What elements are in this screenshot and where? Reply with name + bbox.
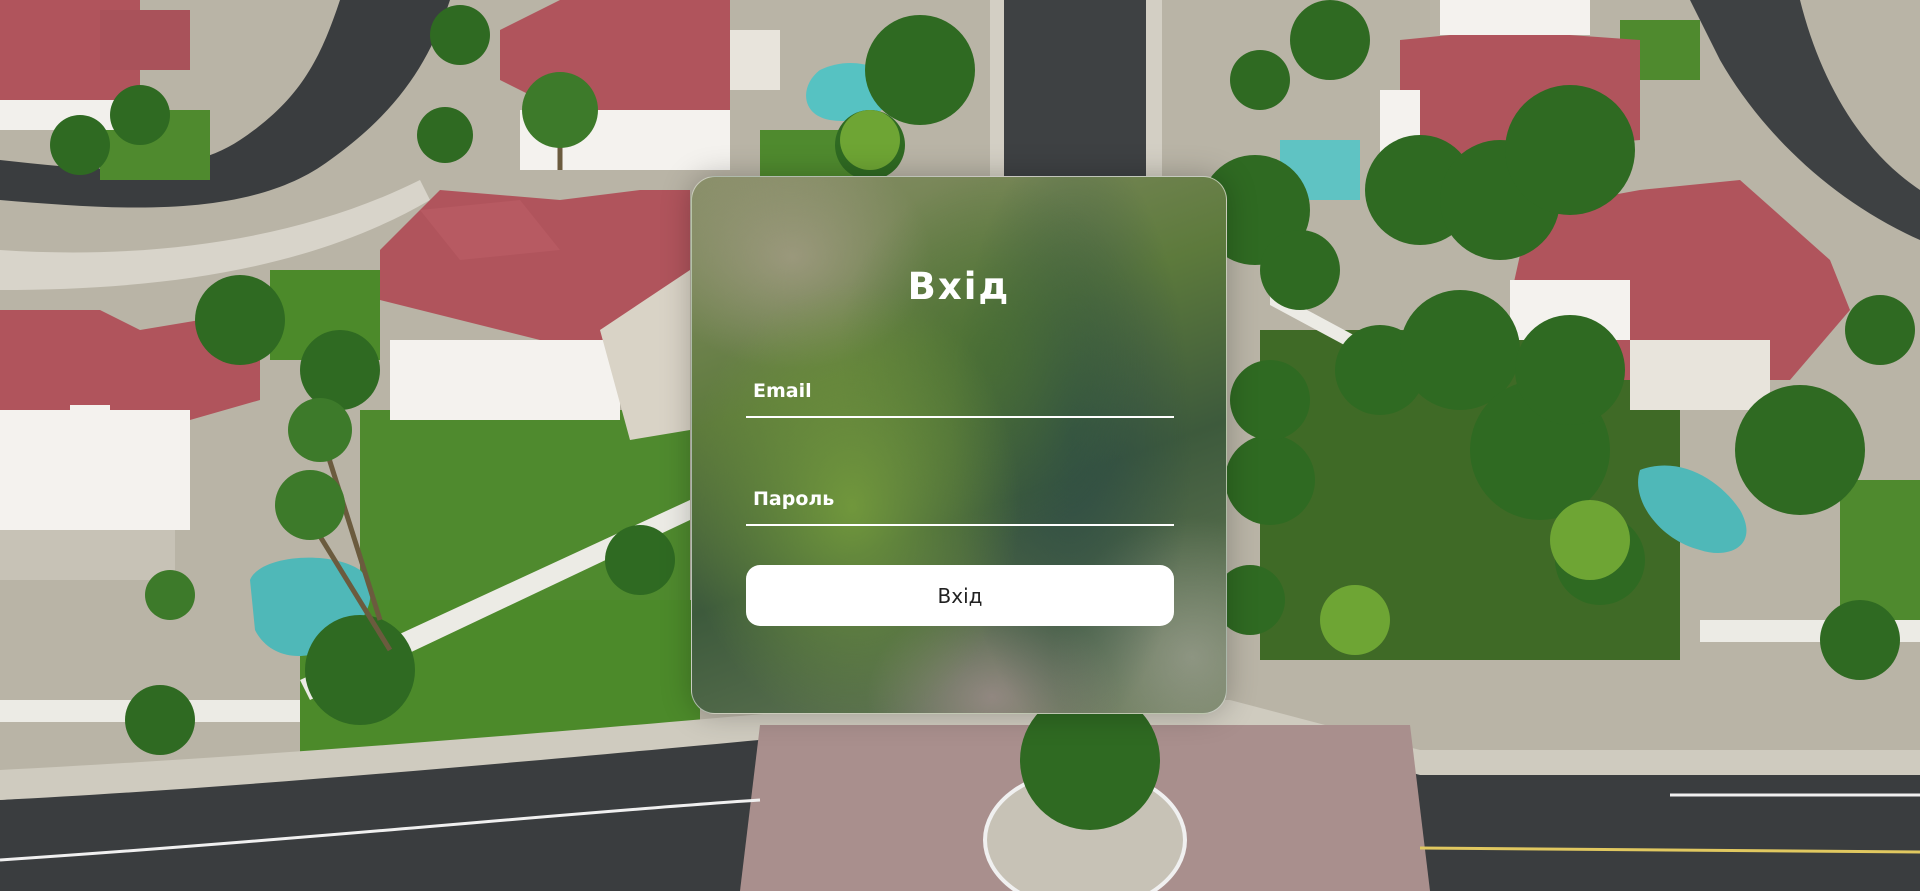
email-input[interactable] — [746, 370, 1174, 416]
password-input[interactable] — [746, 478, 1174, 524]
login-button[interactable]: Вхід — [746, 565, 1174, 626]
email-field[interactable]: Email — [746, 370, 1174, 418]
login-title: Вхід — [907, 265, 1011, 308]
password-field[interactable]: Пароль — [746, 478, 1174, 526]
login-page: Вхід Email Пароль Вхід — [0, 0, 1920, 891]
login-form: Вхід Email Пароль Вхід — [691, 176, 1227, 714]
